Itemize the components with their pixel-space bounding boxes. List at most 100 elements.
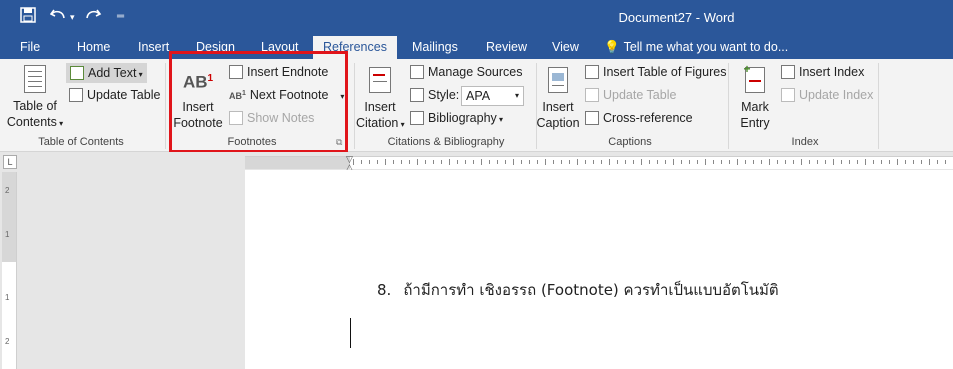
ruler-tick [577, 159, 578, 165]
ruler-left-margin [245, 157, 350, 169]
ruler-tick [729, 160, 730, 164]
ruler-tick [585, 160, 586, 164]
document-page[interactable] [245, 170, 953, 369]
ruler-number: 1 [5, 230, 10, 239]
caption-icon [548, 67, 568, 93]
chevron-down-icon: ▾ [136, 70, 143, 79]
style-dropdown[interactable]: APA ▾ [461, 86, 524, 106]
list-number: 8. [377, 281, 392, 299]
lightbulb-icon: 💡 [604, 40, 620, 54]
vertical-ruler[interactable]: 2 1 1 2 [2, 172, 17, 369]
cross-reference-icon [585, 111, 599, 125]
ruler-tick [505, 160, 506, 164]
ruler-tick [937, 160, 938, 164]
ruler-tick [945, 160, 946, 164]
mark-entry-line2: Entry [740, 116, 770, 130]
table-of-contents-icon [24, 65, 46, 93]
tab-review[interactable]: Review [486, 36, 527, 59]
toc-label-line1: Table of [13, 99, 57, 113]
ruler-tick [745, 160, 746, 164]
ruler-tick [593, 160, 594, 164]
tab-selector[interactable]: L [3, 155, 17, 169]
ruler-tick [769, 159, 770, 165]
ruler-tick [865, 159, 866, 165]
insert-caption-button[interactable]: Insert Caption [535, 67, 581, 131]
ruler-tick [665, 160, 666, 164]
add-text-button[interactable]: Add Text ▾ [66, 63, 147, 83]
update-index-button[interactable]: Update Index [781, 88, 873, 102]
insert-citation-line1: Insert [364, 100, 396, 114]
tab-view[interactable]: View [552, 36, 579, 59]
ribbon: Table of Contents ▾ Add Text ▾ Update Ta… [0, 59, 953, 152]
update-table-button[interactable]: Update Table [69, 88, 160, 102]
group-label-toc: Table of Contents [38, 136, 124, 148]
mark-entry-button[interactable]: + Mark Entry [734, 63, 776, 131]
ruler-tick [873, 160, 874, 164]
ruler-tick [457, 160, 458, 164]
ruler-tick [441, 160, 442, 164]
ruler-tick [569, 160, 570, 164]
ruler-tick [673, 159, 674, 165]
ruler-tick [705, 159, 706, 165]
ruler-number: 2 [5, 186, 10, 195]
indent-marker-icon[interactable]: ▽ △ [346, 155, 353, 172]
update-table-icon [585, 88, 599, 102]
cross-reference-button[interactable]: Cross-reference [585, 111, 693, 125]
tab-insert[interactable]: Insert [138, 36, 169, 59]
ruler-tick [545, 159, 546, 165]
manage-sources-button[interactable]: Manage Sources [410, 65, 523, 79]
group-label-captions: Captions [608, 136, 652, 148]
chevron-down-icon: ▾ [56, 119, 64, 128]
tab-file[interactable]: File [20, 36, 40, 59]
ruler-tick [897, 159, 898, 165]
update-table-figures-label: Update Table [603, 88, 677, 102]
ruler-tick [857, 160, 858, 164]
ruler-tick [617, 160, 618, 164]
ruler-tick [753, 160, 754, 164]
ruler-tick [785, 160, 786, 164]
style-icon [410, 88, 424, 102]
bibliography-button[interactable]: Bibliography ▾ [410, 111, 503, 125]
group-separator [878, 63, 879, 149]
insert-citation-button[interactable]: Insert Citation ▾ [356, 67, 405, 133]
group-label-citations: Citations & Bibliography [387, 136, 505, 148]
tab-home[interactable]: Home [77, 36, 110, 59]
ruler-tick [473, 160, 474, 164]
update-table-figures-button[interactable]: Update Table [585, 88, 676, 102]
mark-entry-line1: Mark [741, 100, 769, 114]
cross-reference-label: Cross-reference [603, 111, 693, 125]
insert-table-of-figures-button[interactable]: Insert Table of Figures [585, 65, 726, 79]
text-cursor [350, 318, 351, 348]
window-title: Document27 - Word [618, 10, 735, 25]
ruler-tick [817, 160, 818, 164]
ruler-tick [841, 160, 842, 164]
ruler-tick [625, 160, 626, 164]
style-label: Style: [428, 88, 460, 102]
ruler-tick [721, 160, 722, 164]
tab-mailings[interactable]: Mailings [412, 36, 458, 59]
ruler-tick [641, 159, 642, 165]
ruler-tick [497, 160, 498, 164]
ruler-tick [385, 159, 386, 165]
group-separator [728, 63, 729, 149]
add-text-label: Add Text [88, 66, 137, 80]
insert-index-button[interactable]: Insert Index [781, 65, 864, 79]
update-table-label: Update Table [87, 88, 161, 102]
ruler-tick [833, 159, 834, 165]
ruler-tick [657, 160, 658, 164]
table-of-contents-button[interactable]: Table of Contents ▾ [6, 65, 64, 132]
ruler-tick [921, 160, 922, 164]
insert-index-label: Insert Index [799, 65, 865, 79]
ruler-tick [913, 160, 914, 164]
chevron-down-icon: ▾ [496, 115, 504, 124]
numbered-list-item[interactable]: 8. ถ้ามีการทำ เชิงอรรถ (Footnote) ควรทำเป… [377, 278, 779, 302]
ruler-tick [793, 160, 794, 164]
bibliography-icon [410, 111, 424, 125]
style-value: APA [466, 89, 491, 103]
horizontal-ruler[interactable]: ▽ △ [245, 155, 953, 172]
update-index-icon [781, 88, 795, 102]
ruler-tick [537, 160, 538, 164]
ruler-tick [697, 160, 698, 164]
tell-me-box[interactable]: 💡 Tell me what you want to do... [604, 36, 788, 59]
ruler-tick [425, 160, 426, 164]
